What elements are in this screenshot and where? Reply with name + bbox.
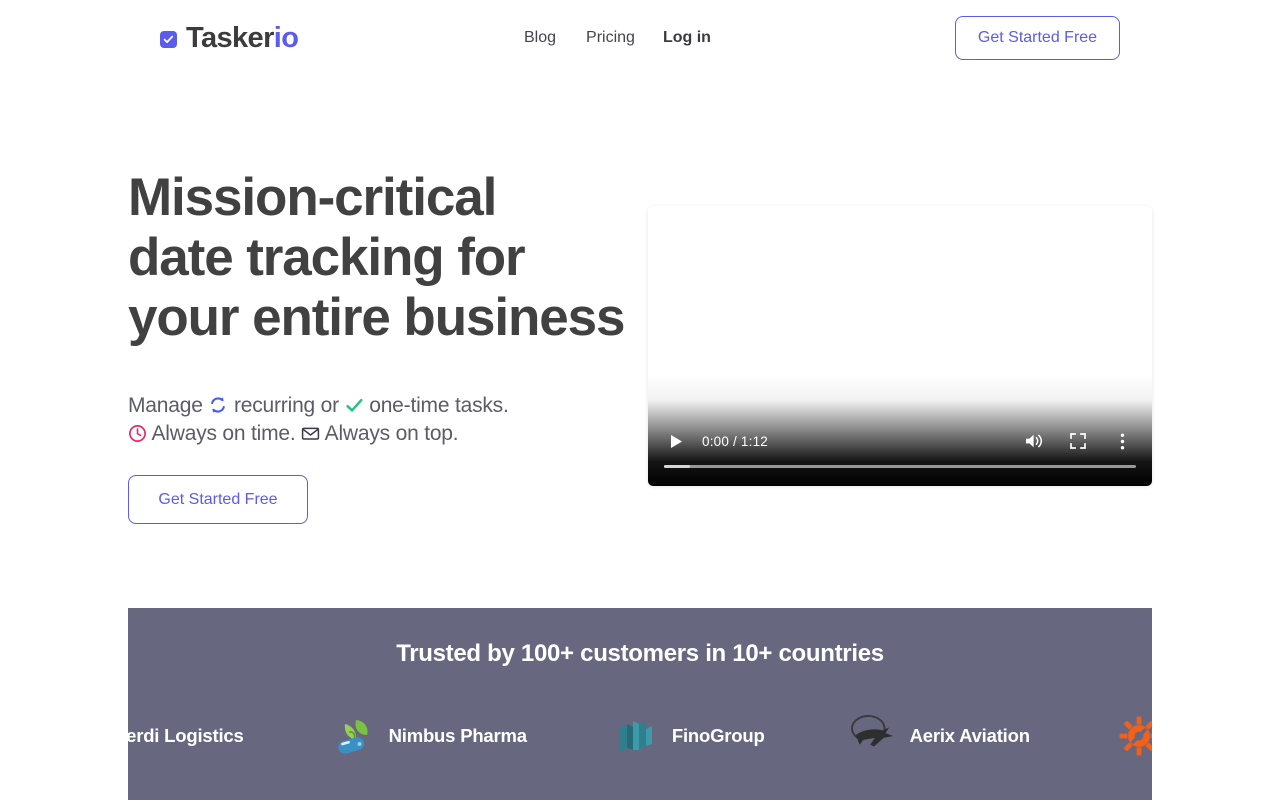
hero-copy: Mission-critical date tracking for your … [128, 168, 648, 348]
customer-name: Nimbus Pharma [388, 725, 527, 746]
bar-building-icon [613, 713, 659, 759]
page-title: Mission-critical date tracking for your … [128, 168, 648, 348]
nav-item-blog[interactable]: Blog [524, 30, 586, 46]
hero-get-started-button[interactable]: Get Started Free [128, 475, 308, 524]
video-controls: 0:00 / 1:12 [648, 412, 1152, 486]
logo-text-primary: Tasker [186, 21, 274, 54]
hero-subheadline: Manage recurring or one-time tasks. Alwa… [128, 392, 509, 448]
nav-item-pricing[interactable]: Pricing [586, 30, 663, 46]
volume-icon[interactable] [1020, 429, 1048, 453]
subhead-text-manage: Manage [128, 394, 209, 417]
headline-line-1: Mission-critical [128, 168, 497, 227]
subhead-text-onetime: one-time tasks. [363, 394, 509, 417]
header-get-started-button[interactable]: Get Started Free [955, 16, 1120, 60]
herbal-pill-icon [330, 713, 376, 759]
customer-name: Aerix Aviation [909, 725, 1030, 746]
customer-logo-marquee: Verdi Logistics Nimbus Pharma [128, 708, 1152, 764]
play-icon[interactable] [664, 429, 688, 453]
subhead-text-ontop: Always on top. [320, 422, 459, 445]
subhead-line-1: Manage recurring or one-time tasks. [128, 392, 509, 420]
logo[interactable]: Taskerio [160, 20, 299, 56]
nav-item-login[interactable]: Log in [663, 30, 711, 46]
video-time-display: 0:00 / 1:12 [702, 433, 769, 449]
more-options-icon[interactable] [1108, 429, 1136, 453]
envelope-icon [301, 424, 320, 443]
headline-line-2: date tracking for [128, 227, 526, 287]
recycle-icon [208, 395, 228, 415]
logo-text-accent: io [273, 21, 299, 54]
customer-name: Verdi Logistics [128, 725, 244, 746]
hero-video-player[interactable]: 0:00 / 1:12 [648, 206, 1152, 486]
logo-text: Taskerio [186, 21, 299, 54]
list-item: FinoGroup [613, 708, 765, 764]
trusted-by-section: Trusted by 100+ customers in 10+ countri… [128, 608, 1152, 800]
list-item: Verdi Logistics [128, 708, 244, 764]
check-mark-icon [345, 396, 364, 415]
subhead-text-recurring: recurring or [228, 394, 345, 417]
subhead-text-ontime: Always on time. [147, 422, 302, 445]
main-nav: Blog Pricing Log in [524, 0, 711, 76]
airplane-circle-icon [850, 713, 897, 759]
list-item: Aerix Aviation [850, 708, 1030, 764]
list-item: Nimbus Pharma [330, 708, 527, 764]
video-progress-bar[interactable] [664, 465, 1136, 468]
list-item: OmniCraft [1116, 708, 1152, 764]
headline-line-3: your entire business [128, 287, 625, 347]
customer-name: FinoGroup [671, 725, 765, 746]
clock-icon [128, 424, 147, 443]
check-square-icon [160, 30, 177, 48]
gear-icon [1116, 713, 1152, 759]
video-progress-buffer [664, 465, 691, 468]
fullscreen-icon[interactable] [1064, 429, 1092, 453]
site-header: Taskerio Blog Pricing Log in Get Started… [0, 0, 1280, 76]
trusted-by-title: Trusted by 100+ customers in 10+ countri… [396, 640, 884, 667]
subhead-line-2: Always on time. Always on top. [128, 420, 509, 448]
